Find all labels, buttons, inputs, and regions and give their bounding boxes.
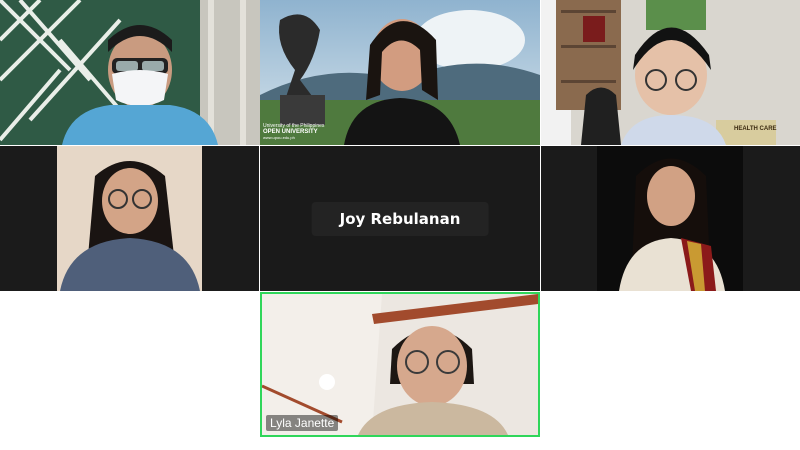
participant-video-4 bbox=[0, 146, 259, 291]
video-tile-5[interactable]: Joy Rebulanan bbox=[260, 146, 540, 291]
participant-video-3 bbox=[541, 0, 800, 145]
health-care-label: HEALTH CARE bbox=[734, 126, 777, 132]
backdrop-website: www.upou.edu.ph bbox=[263, 135, 295, 140]
video-tile-3[interactable]: HEALTH CARE bbox=[541, 0, 800, 145]
video-tile-active-speaker[interactable]: Lyla Janette bbox=[260, 292, 540, 437]
video-tile-2[interactable]: University of the Philippines OPEN UNIVE… bbox=[260, 0, 540, 145]
video-tile-1[interactable] bbox=[0, 0, 280, 145]
participant-video-1 bbox=[0, 0, 280, 145]
participant-name-5: Joy Rebulanan bbox=[311, 201, 489, 236]
video-tile-6[interactable] bbox=[541, 146, 800, 291]
participant-name-7: Lyla Janette bbox=[266, 415, 339, 431]
video-tile-4[interactable] bbox=[0, 146, 259, 291]
participant-video-7 bbox=[262, 294, 538, 435]
participant-video-6 bbox=[541, 146, 800, 291]
